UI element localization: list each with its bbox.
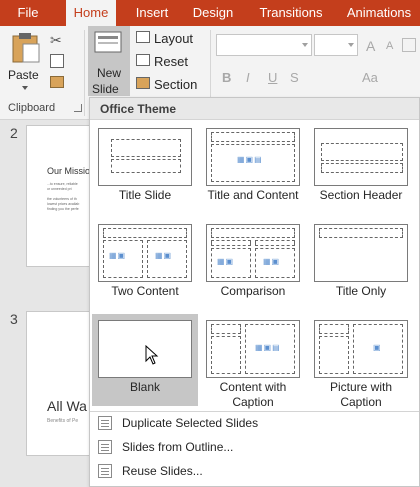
new-slide-label-2: Slide	[92, 82, 119, 96]
menu-item-label: Slides from Outline...	[122, 440, 234, 454]
slide-title: All Wa	[47, 398, 87, 414]
tab-file[interactable]: File	[0, 0, 56, 26]
layout-name: Picture with Caption	[329, 380, 393, 409]
gallery-header: Office Theme	[90, 98, 419, 120]
layout-name: Title Slide	[118, 188, 172, 202]
layout-name: Blank	[129, 380, 161, 394]
layout-thumbnail	[314, 128, 408, 186]
ribbon-separator	[84, 30, 85, 116]
slide-number: 3	[10, 311, 18, 327]
paste-button[interactable]: Paste	[6, 32, 44, 92]
reset-label: Reset	[154, 54, 188, 69]
clipboard-launcher-icon[interactable]	[74, 104, 82, 112]
layout-thumbnail	[98, 128, 192, 186]
layout-section-header[interactable]: Section Header	[308, 122, 414, 218]
layout-name: Section Header	[319, 188, 403, 202]
layout-name: Comparison	[220, 284, 286, 298]
layout-thumbnail: ▦▣▤	[206, 320, 300, 378]
layout-thumbnail: ▣	[314, 320, 408, 378]
slide-number: 2	[10, 125, 18, 141]
strikethrough-button[interactable]: S	[290, 70, 299, 85]
layout-content-with-caption[interactable]: ▦▣▤ Content with Caption	[200, 314, 306, 410]
clear-formatting-icon[interactable]	[402, 38, 416, 52]
layout-name: Content with Caption	[219, 380, 287, 409]
duplicate-selected-slides-item[interactable]: Duplicate Selected Slides	[90, 411, 419, 435]
new-slide-button[interactable]: New Slide	[88, 26, 130, 96]
reset-icon	[136, 54, 150, 66]
outline-icon	[98, 440, 112, 454]
layout-icon	[136, 31, 150, 43]
picture-icon: ▣	[373, 343, 382, 352]
layout-name: Two Content	[111, 284, 179, 298]
tab-animations[interactable]: Animations	[338, 0, 420, 26]
new-slide-icon	[94, 31, 122, 53]
tab-transitions[interactable]: Transitions	[250, 0, 332, 26]
duplicate-slides-icon	[98, 416, 112, 430]
copy-icon[interactable]	[50, 54, 64, 68]
mouse-cursor-icon	[145, 345, 159, 365]
new-slide-label-1: New	[97, 66, 122, 80]
change-case-button[interactable]: Aa	[362, 70, 378, 85]
layout-name: Title and Content	[207, 188, 299, 202]
menu-item-label: Reuse Slides...	[122, 464, 203, 478]
content-icons: ▦▣	[263, 257, 281, 266]
content-icons: ▦▣▤	[255, 343, 281, 352]
cut-icon[interactable]: ✂	[50, 32, 66, 48]
format-painter-icon[interactable]	[50, 76, 64, 88]
clipboard-group-label: Clipboard	[8, 102, 56, 114]
section-label: Section	[154, 77, 198, 92]
layout-thumbnail	[314, 224, 408, 282]
underline-button[interactable]: U	[268, 70, 277, 85]
italic-button[interactable]: I	[246, 70, 250, 85]
slide-subtitle: Benefits of Pe	[47, 418, 79, 424]
font-size-input[interactable]	[314, 34, 358, 56]
layout-name: Title Only	[335, 284, 387, 298]
layout-title-and-content[interactable]: ▦▣▤ Title and Content	[200, 122, 306, 218]
layout-comparison[interactable]: ▦▣ ▦▣ Comparison	[200, 218, 306, 314]
menu-item-label: Duplicate Selected Slides	[122, 416, 259, 430]
layout-thumbnail: ▦▣ ▦▣	[206, 224, 300, 282]
layout-thumbnail: ▦▣ ▦▣	[98, 224, 192, 282]
new-slide-gallery: Office Theme Title Slide ▦▣▤ Title and C…	[89, 97, 420, 487]
reuse-slides-item[interactable]: Reuse Slides...	[90, 459, 419, 483]
layout-label: Layout	[154, 31, 194, 46]
slide-body-text: ...to ensure, reliable or unneeded pri t…	[47, 182, 80, 211]
grow-font-button[interactable]: A	[366, 38, 375, 54]
paste-dropdown-icon[interactable]	[22, 86, 28, 90]
tab-insert[interactable]: Insert	[124, 0, 180, 26]
layout-title-slide[interactable]: Title Slide	[92, 122, 198, 218]
layout-button[interactable]: Layout	[134, 28, 204, 48]
slides-from-outline-item[interactable]: Slides from Outline...	[90, 435, 419, 459]
layout-two-content[interactable]: ▦▣ ▦▣ Two Content	[92, 218, 198, 314]
bold-button[interactable]: B	[222, 70, 231, 85]
reuse-slides-icon	[98, 464, 112, 478]
font-name-input[interactable]	[216, 34, 312, 56]
content-icons: ▦▣▤	[237, 155, 263, 164]
reset-button[interactable]: Reset	[134, 51, 204, 71]
content-icons: ▦▣	[109, 251, 127, 260]
section-button[interactable]: Section	[134, 74, 204, 94]
content-icons: ▦▣	[217, 257, 235, 266]
layout-title-only[interactable]: Title Only	[308, 218, 414, 314]
tab-design[interactable]: Design	[184, 0, 242, 26]
clipboard-paste-icon	[12, 33, 40, 63]
ribbon-tab-bar: File Home Insert Design Transitions Anim…	[0, 0, 420, 26]
paste-label: Paste	[8, 68, 39, 82]
shrink-font-button[interactable]: A	[386, 40, 393, 52]
section-icon	[136, 77, 150, 89]
content-icons: ▦▣	[155, 251, 173, 260]
layout-thumbnail: ▦▣▤	[206, 128, 300, 186]
layout-picture-with-caption[interactable]: ▣ Picture with Caption	[308, 314, 414, 410]
slide-title: Our Missio	[47, 166, 91, 176]
tab-home[interactable]: Home	[66, 0, 116, 26]
